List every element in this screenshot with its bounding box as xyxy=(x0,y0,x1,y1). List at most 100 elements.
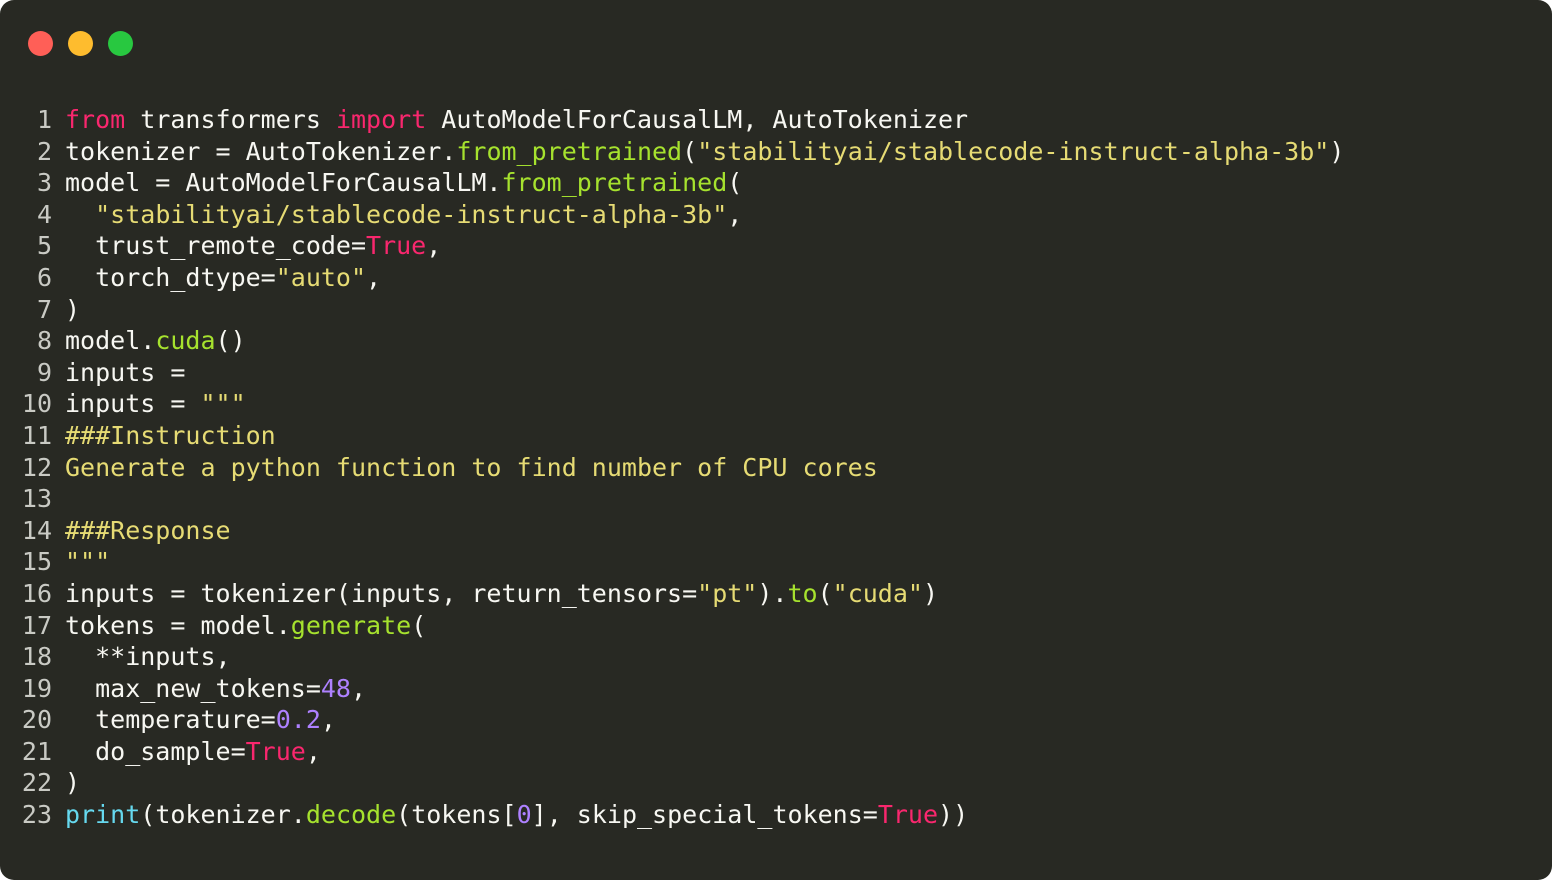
code-line[interactable]: 10 inputs = """ xyxy=(0,388,1552,420)
code-token-fn: to xyxy=(787,578,818,608)
code-token-plain: inputs = xyxy=(65,389,201,419)
code-token-fn: decode xyxy=(305,800,397,830)
line-number: 21 xyxy=(21,736,52,766)
code-token-str: ###Instruction xyxy=(65,420,276,450)
line-number: 22 xyxy=(21,768,52,798)
code-line[interactable]: 18 **inputs, xyxy=(0,641,1552,673)
code-token-fn: from_pretrained xyxy=(501,168,728,198)
code-token-str: "stabilityai/stablecode-instruct-alpha-3… xyxy=(697,136,1330,166)
code-token-punct: ( xyxy=(817,578,833,608)
code-line[interactable]: 11 ###Instruction xyxy=(0,420,1552,452)
code-token-str: "pt" xyxy=(697,578,758,608)
code-token-builtin: print xyxy=(65,800,141,830)
code-token-plain: AutoModelForCausalLM, AutoTokenizer xyxy=(426,105,969,134)
code-token-punct: , xyxy=(727,199,743,229)
code-token-plain: **inputs, xyxy=(65,642,231,672)
line-number: 9 xyxy=(36,357,52,387)
code-token-punct: , xyxy=(426,231,442,261)
code-token-num: 0.2 xyxy=(275,705,321,735)
code-token-punct: ( xyxy=(727,168,743,198)
code-line[interactable]: 19 max_new_tokens=48, xyxy=(0,673,1552,705)
code-token-plain: model = AutoModelForCausalLM. xyxy=(65,168,502,198)
code-line[interactable]: 12 Generate a python function to find num… xyxy=(0,452,1552,484)
code-line-text: torch_dtype="auto", xyxy=(52,262,381,294)
code-line[interactable]: 8 model.cuda() xyxy=(0,325,1552,357)
code-token-plain: trust_remote_code= xyxy=(65,231,367,261)
code-line[interactable]: 21 do_sample=True, xyxy=(0,736,1552,768)
code-token-punct: ( xyxy=(411,610,427,640)
code-token-punct: , xyxy=(366,262,382,292)
code-line[interactable]: 15 """ xyxy=(0,546,1552,578)
code-token-punct: ) xyxy=(65,768,81,798)
code-token-num: 0 xyxy=(516,800,532,830)
close-window-button[interactable] xyxy=(28,30,53,56)
code-line[interactable]: 13 xyxy=(0,483,1552,515)
code-line-text: trust_remote_code=True, xyxy=(52,230,441,262)
code-snippet-window: 1 from transformers import AutoModelForCa… xyxy=(0,0,1552,880)
code-line-text: from transformers import AutoModelForCau… xyxy=(52,104,968,136)
code-token-kw: import xyxy=(335,105,427,134)
line-number: 15 xyxy=(21,547,52,577)
code-line[interactable]: 2 tokenizer = AutoTokenizer.from_pretrain… xyxy=(0,136,1552,168)
code-line[interactable]: 23 print(tokenizer.decode(tokens[0], skip… xyxy=(0,799,1552,831)
code-token-punct: ) xyxy=(1329,136,1345,166)
line-number: 7 xyxy=(36,294,52,324)
code-line-text: tokens = model.generate( xyxy=(52,610,426,642)
code-line-text: ###Instruction xyxy=(52,420,276,452)
code-line[interactable]: 16 inputs = tokenizer(inputs, return_tens… xyxy=(0,578,1552,610)
code-line-text: model.cuda() xyxy=(52,325,246,357)
code-token-plain: max_new_tokens= xyxy=(65,673,321,703)
code-line-text: ) xyxy=(52,767,80,799)
code-token-punct: , xyxy=(320,705,336,735)
code-token-plain: model. xyxy=(65,326,156,356)
code-token-fn: cuda xyxy=(155,326,216,356)
code-token-punct: ) xyxy=(65,294,81,324)
code-token-str: """ xyxy=(200,389,246,419)
code-line[interactable]: 17 tokens = model.generate( xyxy=(0,610,1552,642)
code-line-text: inputs = xyxy=(52,357,200,389)
code-token-punct: ). xyxy=(757,578,788,608)
code-token-plain: do_sample= xyxy=(65,736,246,766)
code-token-punct: ( xyxy=(682,136,698,166)
line-number: 10 xyxy=(21,389,52,419)
line-number: 17 xyxy=(21,610,52,640)
code-line[interactable]: 7) xyxy=(0,294,1552,326)
code-token-kw: True xyxy=(245,736,306,766)
code-token-kw: True xyxy=(877,800,939,830)
line-number: 19 xyxy=(21,673,52,703)
code-line[interactable]: 6 torch_dtype="auto", xyxy=(0,262,1552,294)
code-token-kw: True xyxy=(366,231,427,261)
code-line-text: do_sample=True, xyxy=(52,736,321,768)
line-number: 11 xyxy=(21,420,52,450)
line-number: 5 xyxy=(36,231,52,261)
code-token-plain: transformers xyxy=(125,105,336,134)
line-number: 16 xyxy=(21,578,52,608)
code-line-text: inputs = tokenizer(inputs, return_tensor… xyxy=(52,578,938,610)
code-token-fn: from_pretrained xyxy=(456,136,683,166)
code-token-plain: (tokenizer. xyxy=(140,800,306,830)
code-editor[interactable]: 1 from transformers import AutoModelForCa… xyxy=(0,104,1552,831)
minimize-window-button[interactable] xyxy=(68,30,93,56)
code-line[interactable]: 14 ###Response xyxy=(0,515,1552,547)
code-line[interactable]: 1 from transformers import AutoModelForCa… xyxy=(0,104,1552,136)
line-number: 12 xyxy=(21,452,52,482)
line-number: 23 xyxy=(21,800,52,830)
code-line[interactable]: 4 "stabilityai/stablecode-instruct-alpha… xyxy=(0,199,1552,231)
code-line[interactable]: 22) xyxy=(0,767,1552,799)
code-line[interactable]: 20 temperature=0.2, xyxy=(0,704,1552,736)
code-line[interactable]: 3 model = AutoModelForCausalLM.from_pretr… xyxy=(0,167,1552,199)
code-token-plain: temperature= xyxy=(65,705,276,735)
maximize-window-button[interactable] xyxy=(108,30,133,56)
code-line[interactable]: 5 trust_remote_code=True, xyxy=(0,230,1552,262)
code-line[interactable]: 9 inputs = xyxy=(0,357,1552,389)
line-number: 4 xyxy=(36,199,52,229)
line-number: 1 xyxy=(36,105,52,134)
code-line-text: print(tokenizer.decode(tokens[0], skip_s… xyxy=(52,799,968,831)
code-token-punct: () xyxy=(215,326,246,356)
code-token-punct: ) xyxy=(922,578,939,608)
code-line-text: max_new_tokens=48, xyxy=(52,673,366,705)
code-line-text: ) xyxy=(52,294,80,326)
line-number: 8 xyxy=(36,326,52,356)
line-number: 2 xyxy=(36,136,52,166)
code-token-plain: tokenizer = AutoTokenizer. xyxy=(65,136,457,166)
